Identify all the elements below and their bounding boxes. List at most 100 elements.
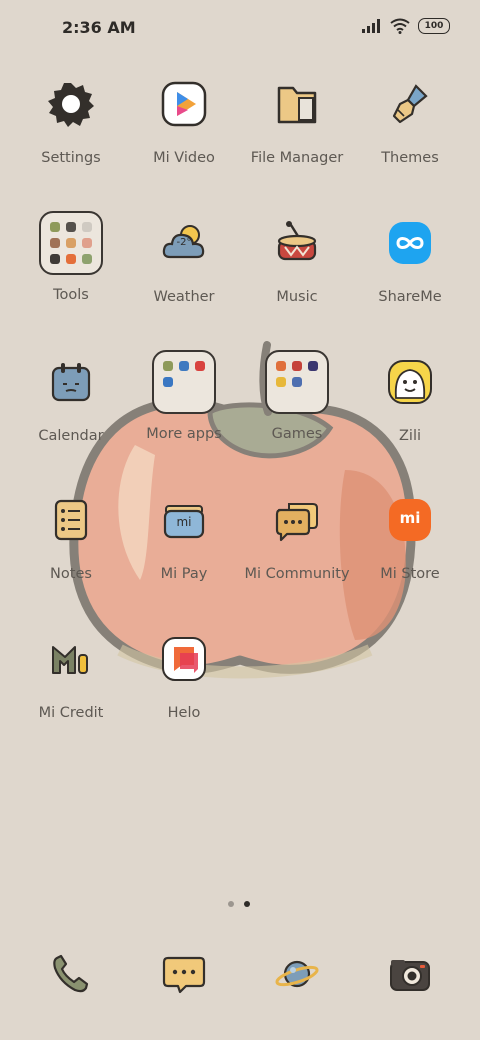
app-label: Mi Store: [380, 566, 440, 582]
mini-icon: [292, 361, 302, 371]
app-label: Zili: [398, 428, 422, 444]
mini-icon: [163, 377, 173, 387]
page-dot[interactable]: [228, 901, 234, 907]
dock-camera[interactable]: [350, 950, 470, 1002]
mini-icon: [195, 393, 205, 403]
app-label: Settings: [41, 150, 101, 166]
zili-face-icon: [382, 354, 438, 410]
notes-icon: [43, 492, 99, 548]
app-shareme[interactable]: ShareMe: [350, 215, 470, 305]
app-mi-credit[interactable]: Mi Credit: [11, 631, 131, 721]
calendar-icon: [43, 354, 99, 410]
wallet-icon: mi: [156, 492, 212, 548]
app-label: Mi Pay: [160, 566, 208, 582]
mini-icon: [292, 393, 302, 403]
mini-icon: [66, 238, 76, 248]
app-label: Themes: [381, 150, 439, 166]
app-calendar[interactable]: Calendar: [11, 354, 131, 444]
page-indicator[interactable]: [228, 901, 250, 907]
app-more-apps-folder[interactable]: More apps: [124, 350, 244, 442]
app-mi-store[interactable]: mi Mi Store: [350, 492, 470, 582]
dock-browser[interactable]: [237, 950, 357, 1002]
mini-icon: [308, 361, 318, 371]
app-label: More apps: [146, 426, 222, 442]
status-bar: 2:36 AM 100: [0, 0, 480, 56]
mini-icon: [50, 238, 60, 248]
messages-icon: [160, 950, 208, 1002]
mini-icon: [276, 361, 286, 371]
infinity-icon: [382, 215, 438, 271]
mini-icon: [179, 393, 189, 403]
tools-folder-icon: [39, 211, 103, 275]
app-label: Music: [276, 289, 318, 305]
page-dot-current[interactable]: [244, 901, 250, 907]
paintbrush-icon: [382, 76, 438, 132]
app-notes[interactable]: Notes: [11, 492, 131, 582]
play-icon: [156, 76, 212, 132]
phone-icon: [47, 950, 95, 1002]
mini-icon: [50, 222, 60, 232]
mini-icon: [66, 222, 76, 232]
app-label: Mi Credit: [38, 705, 104, 721]
app-label: Weather: [153, 289, 215, 305]
mini-icon: [163, 361, 173, 371]
app-games-folder[interactable]: Games: [237, 350, 357, 442]
mi-store-mark: mi: [399, 509, 421, 527]
helo-logo-icon: [156, 631, 212, 687]
dock-messages[interactable]: [124, 950, 244, 1002]
mini-icon: [82, 254, 92, 264]
app-file-manager[interactable]: File Manager: [237, 76, 357, 166]
app-music[interactable]: Music: [237, 215, 357, 305]
mini-icon: [308, 393, 318, 403]
mi-credit-logo-icon: [43, 631, 99, 687]
app-label: Notes: [50, 566, 92, 582]
mini-icon: [50, 254, 60, 264]
more-apps-folder-icon: [152, 350, 216, 414]
app-label: ShareMe: [378, 289, 442, 305]
app-label: Mi Video: [153, 150, 215, 166]
mini-icon: [66, 254, 76, 264]
app-zili[interactable]: Zili: [350, 354, 470, 444]
signal-icon: [362, 19, 380, 33]
mini-icon: [195, 377, 205, 387]
app-weather[interactable]: -2° Weather: [124, 215, 244, 305]
mini-icon: [163, 393, 173, 403]
app-label: Calendar: [38, 428, 104, 444]
weather-temperature: -2°: [176, 237, 192, 248]
mi-store-logo-icon: mi: [382, 492, 438, 548]
status-time: 2:36 AM: [62, 18, 136, 37]
app-label: Tools: [53, 287, 89, 303]
mini-icon: [292, 377, 302, 387]
app-mi-pay[interactable]: mi Mi Pay: [124, 492, 244, 582]
app-tools-folder[interactable]: Tools: [11, 211, 131, 303]
app-label: Helo: [167, 705, 201, 721]
weather-cloud-icon: -2°: [156, 215, 212, 271]
games-folder-icon: [265, 350, 329, 414]
mini-icon: [276, 393, 286, 403]
browser-icon: [273, 950, 321, 1002]
app-themes[interactable]: Themes: [350, 76, 470, 166]
mi-pay-mark: mi: [176, 515, 192, 529]
camera-icon: [386, 950, 434, 1002]
mini-icon: [195, 361, 205, 371]
dock-phone[interactable]: [11, 950, 131, 1002]
folder-icon: [269, 76, 325, 132]
app-mi-community[interactable]: Mi Community: [237, 492, 357, 582]
chat-bubbles-icon: [269, 492, 325, 548]
drum-icon: [269, 215, 325, 271]
mini-icon: [308, 377, 318, 387]
mini-icon: [82, 238, 92, 248]
mini-icon: [276, 377, 286, 387]
app-label: Games: [271, 426, 323, 442]
app-settings[interactable]: Settings: [11, 76, 131, 166]
app-mi-video[interactable]: Mi Video: [124, 76, 244, 166]
wifi-icon: [390, 18, 410, 34]
mini-icon: [179, 377, 189, 387]
app-label: File Manager: [250, 150, 344, 166]
system-indicators: 100: [362, 18, 450, 34]
mini-icon: [179, 361, 189, 371]
app-label: Mi Community: [244, 566, 350, 582]
app-helo[interactable]: Helo: [124, 631, 244, 721]
battery-indicator: 100: [418, 18, 450, 34]
mini-icon: [82, 222, 92, 232]
